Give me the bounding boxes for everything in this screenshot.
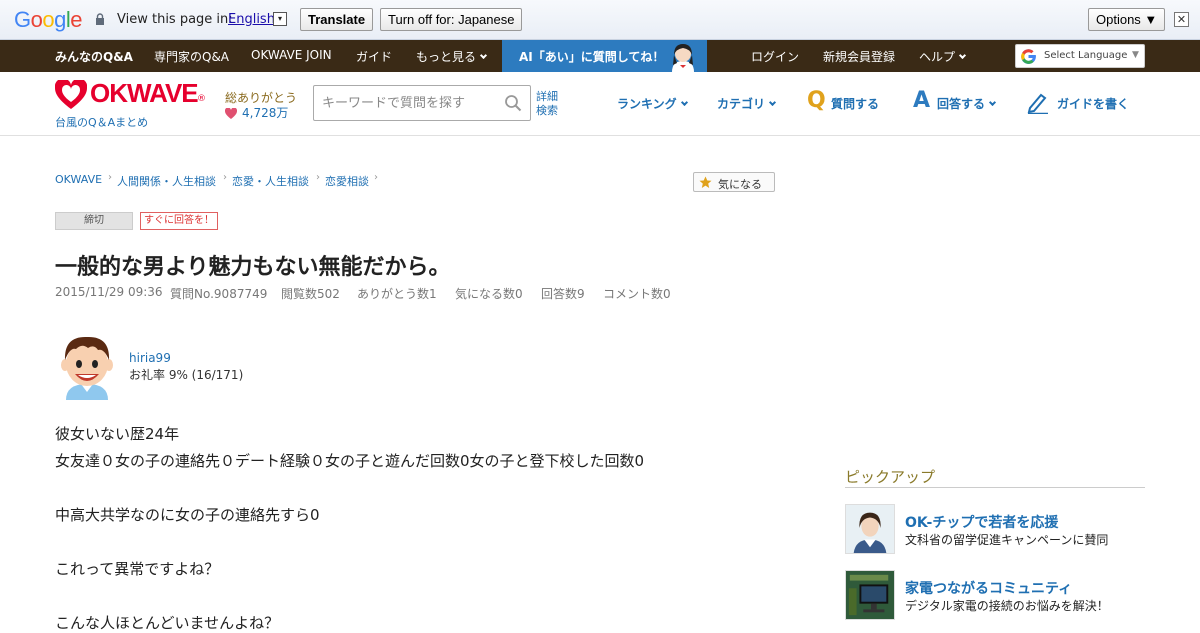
- breadcrumb-item-relationships[interactable]: 人間関係・人生相談: [117, 173, 216, 189]
- language-dropdown-icon[interactable]: ▾: [273, 12, 287, 26]
- breadcrumb-item-love-life[interactable]: 恋愛・人生相談: [232, 173, 309, 189]
- question-title: 一般的な男より魅力もない無能だから。: [55, 255, 451, 280]
- user-name-link[interactable]: hiria99: [129, 351, 171, 365]
- search-box[interactable]: [313, 85, 531, 121]
- nav-item-expert-qa[interactable]: 専門家のQ&A: [154, 48, 229, 65]
- nav-ask[interactable]: Q 質問する: [807, 88, 880, 113]
- nav-ask-label: 質問する: [831, 97, 880, 111]
- favorite-button[interactable]: 気になる: [693, 172, 775, 192]
- site-header: OKWAVE ® 台風のQ＆Aまとめ 総ありがとう 4,728万: [0, 72, 1200, 136]
- nav-category[interactable]: カテゴリ: [717, 95, 777, 112]
- lock-icon: [96, 13, 104, 25]
- favorite-label: 気になる: [718, 178, 762, 191]
- pickup-item-title[interactable]: OK-チップで若者を応援: [905, 512, 1058, 532]
- ai-banner[interactable]: AI「あい」に質問してね！: [502, 40, 707, 72]
- translate-bar: Google View this page in: English ▾ Tran…: [0, 0, 1200, 40]
- nav-write-guide[interactable]: ガイドを書く: [1057, 95, 1129, 112]
- comment-count: コメント数0: [603, 287, 671, 301]
- nav-item-more[interactable]: もっと見る: [416, 48, 488, 65]
- okwave-heart-logo-icon[interactable]: [55, 80, 87, 110]
- status-badge-urgent: すぐに回答を！: [140, 212, 218, 230]
- chevron-down-icon: [680, 98, 688, 107]
- user-thanks-rate: お礼率 9% (16/171): [129, 368, 244, 382]
- nav-ranking[interactable]: ランキング: [617, 95, 688, 112]
- avatar[interactable]: [58, 334, 116, 400]
- nav-item-okwave-join[interactable]: OKWAVE JOIN: [251, 48, 332, 62]
- nav-item-help[interactable]: ヘルプ: [919, 48, 967, 65]
- question-body-line: 女友達０女の子の連絡先０デート経験０女の子と遊んだ回数0女の子と登下校した回数0: [55, 452, 645, 470]
- turn-off-button[interactable]: Turn off for: Japanese: [380, 8, 523, 31]
- ai-banner-text: AI「あい」に質問してね！: [519, 50, 665, 64]
- ai-assistant-icon: [672, 44, 694, 72]
- breadcrumb-separator: ›: [223, 172, 227, 183]
- pickup-heading: ピックアップ: [845, 468, 936, 486]
- pickup-thumbnail[interactable]: [845, 570, 895, 620]
- breadcrumb-item-okwave[interactable]: OKWAVE: [55, 173, 102, 186]
- nav-item-register[interactable]: 新規会員登録: [823, 48, 895, 65]
- heart-icon: [225, 108, 237, 119]
- pen-icon[interactable]: [1026, 90, 1050, 114]
- nav-item-guide[interactable]: ガイド: [356, 48, 392, 65]
- star-icon: [699, 176, 712, 188]
- thanks-count: ありがとう数1: [357, 287, 437, 301]
- nav-ranking-label: ランキング: [617, 97, 677, 111]
- translate-prompt: View this page in:: [117, 12, 233, 27]
- google-logo: Google: [14, 7, 83, 32]
- nav-item-more-label: もっと見る: [416, 50, 477, 64]
- nav-category-label: カテゴリ: [717, 97, 766, 111]
- view-count: 閲覧数502: [281, 287, 340, 301]
- breadcrumb-separator: ›: [316, 172, 320, 183]
- okwave-logo-text[interactable]: OKWAVE: [90, 78, 199, 109]
- nav-item-login[interactable]: ログイン: [751, 48, 799, 65]
- breadcrumb-item-love-advice[interactable]: 恋愛相談: [325, 173, 369, 189]
- close-icon[interactable]: ✕: [1174, 12, 1189, 27]
- chevron-down-icon: [768, 98, 777, 107]
- question-icon: Q: [807, 88, 826, 113]
- chevron-down-icon: [958, 51, 967, 60]
- chevron-down-icon: [479, 51, 488, 60]
- select-language-label: Select Language: [1044, 50, 1128, 61]
- google-g-icon: [1021, 49, 1036, 65]
- nav-answer-label: 回答する: [937, 97, 986, 111]
- total-thanks-count: 4,728万: [242, 106, 289, 120]
- pickup-thumbnail[interactable]: [845, 504, 895, 554]
- pickup-item-description: 文科省の留学促進キャンペーンに賛同: [905, 533, 1109, 547]
- question-body-line: 彼女いない歴24年: [55, 425, 180, 443]
- question-body-line: 中高大共学なのに女の子の連絡先すら0: [55, 506, 320, 524]
- pickup-item-title[interactable]: 家電つながるコミュニティ: [905, 578, 1072, 598]
- registered-mark: ®: [197, 94, 206, 104]
- nav-item-help-label: ヘルプ: [919, 50, 956, 64]
- nav-answer[interactable]: A 回答する: [913, 88, 997, 113]
- answer-count: 回答数9: [541, 287, 585, 301]
- select-language-widget[interactable]: Select Language ▼: [1015, 44, 1145, 68]
- nav-item-community-qa[interactable]: みんなのQ&A: [55, 48, 133, 65]
- status-badge-closed: 締切: [55, 212, 133, 230]
- question-number: 質問No.9087749: [170, 287, 268, 301]
- search-icon[interactable]: [504, 94, 522, 112]
- pickup-item-description: デジタル家電の接続のお悩みを解決！: [905, 599, 1109, 613]
- language-link[interactable]: English: [228, 12, 275, 27]
- breadcrumb-separator: ›: [108, 172, 112, 183]
- options-button[interactable]: Options ▼: [1088, 8, 1166, 31]
- advanced-search-link[interactable]: 詳細検索: [536, 90, 566, 118]
- select-language-arrow-icon: ▼: [1132, 50, 1139, 60]
- question-body-line: これって異常ですよね？: [55, 560, 220, 578]
- question-date: 2015/11/29 09:36: [55, 285, 163, 299]
- chevron-down-icon: [988, 98, 997, 107]
- translate-button[interactable]: Translate: [300, 8, 374, 31]
- pickup-divider: [845, 487, 1145, 488]
- search-input[interactable]: [322, 94, 502, 112]
- breadcrumb-separator: ›: [374, 172, 378, 183]
- logo-subtitle[interactable]: 台風のQ＆Aまとめ: [55, 114, 148, 130]
- favorite-count: 気になる数0: [455, 287, 523, 301]
- answer-icon: A: [913, 88, 931, 113]
